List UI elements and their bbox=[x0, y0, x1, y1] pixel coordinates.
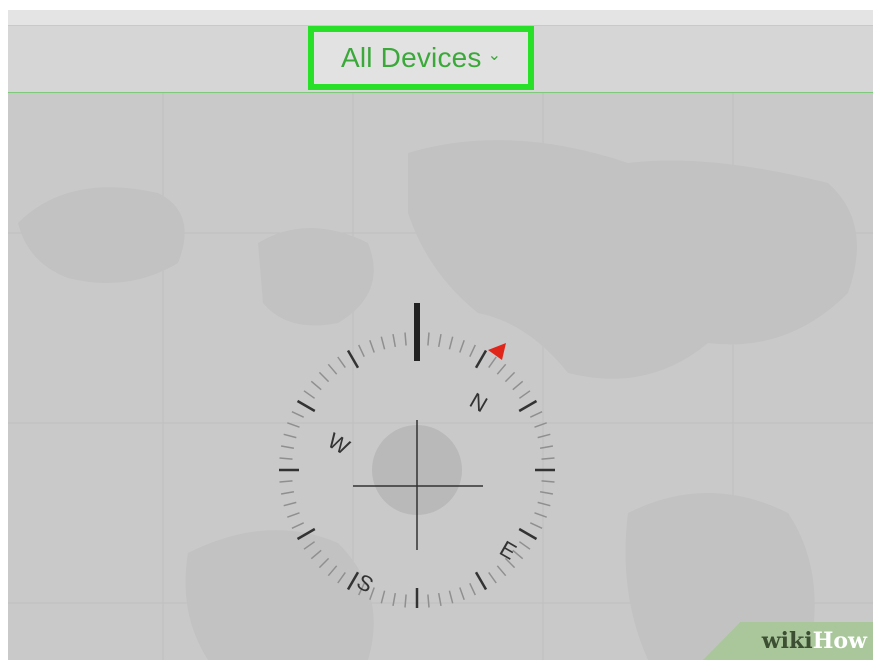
toolbar: All Devices ⌄ bbox=[8, 10, 873, 93]
map-landmasses bbox=[18, 140, 857, 660]
compass-minor-tick bbox=[518, 390, 531, 399]
chevron-down-icon: ⌄ bbox=[487, 47, 502, 64]
compass-minor-tick bbox=[512, 380, 524, 391]
compass-minor-tick bbox=[404, 332, 407, 346]
compass-minor-tick bbox=[469, 344, 476, 358]
compass-minor-tick bbox=[437, 333, 442, 348]
compass-minor-tick bbox=[280, 490, 295, 495]
toolbar-top-edge bbox=[8, 10, 873, 26]
compass-minor-tick bbox=[504, 371, 516, 383]
compass-minor-tick bbox=[488, 356, 497, 369]
compass-minor-tick bbox=[537, 433, 551, 439]
compass-minor-tick bbox=[459, 340, 465, 353]
compass-minor-tick bbox=[279, 457, 293, 460]
compass-label-e: E bbox=[496, 536, 521, 565]
heading-marker-icon bbox=[488, 343, 506, 360]
compass-minor-tick bbox=[283, 433, 297, 439]
compass-minor-tick bbox=[303, 390, 316, 399]
compass-minor-tick bbox=[380, 590, 386, 604]
compass-minor-tick bbox=[291, 411, 305, 418]
compass-minor-tick bbox=[318, 371, 330, 383]
map-canvas: N W E S bbox=[8, 93, 873, 660]
compass-minor-tick bbox=[287, 512, 300, 518]
compass-minor-tick bbox=[537, 501, 551, 507]
compass-minor-tick bbox=[369, 587, 375, 600]
compass-minor-tick bbox=[529, 522, 543, 529]
compass-minor-tick bbox=[534, 512, 547, 518]
map-view[interactable]: N W E S wiki How bbox=[8, 93, 873, 660]
compass-minor-tick bbox=[392, 592, 397, 607]
compass-minor-tick bbox=[427, 332, 430, 346]
compass-minor-tick bbox=[448, 336, 454, 350]
compass-minor-tick bbox=[496, 565, 507, 577]
compass-label-w: W bbox=[324, 428, 355, 460]
compass-minor-tick bbox=[518, 541, 531, 550]
compass-minor-tick bbox=[539, 445, 554, 450]
compass-minor-tick bbox=[496, 363, 507, 375]
app-window: All Devices ⌄ N W E S wiki How bbox=[8, 10, 873, 660]
compass-minor-tick bbox=[392, 333, 397, 348]
compass-minor-tick bbox=[291, 522, 305, 529]
compass-major-tick bbox=[474, 349, 488, 369]
compass-minor-tick bbox=[310, 380, 322, 391]
compass-minor-tick bbox=[358, 344, 365, 358]
compass-minor-tick bbox=[488, 571, 497, 584]
compass-minor-tick bbox=[369, 340, 375, 353]
all-devices-dropdown[interactable]: All Devices ⌄ bbox=[308, 26, 534, 90]
all-devices-label: All Devices bbox=[340, 42, 482, 73]
compass-minor-tick bbox=[280, 445, 295, 450]
watermark-how: How bbox=[812, 628, 867, 654]
compass-minor-tick bbox=[279, 480, 293, 483]
compass-major-tick bbox=[518, 399, 538, 413]
north-indicator bbox=[414, 303, 420, 361]
compass-minor-tick bbox=[283, 501, 297, 507]
compass-label-n: N bbox=[466, 388, 492, 418]
compass-minor-tick bbox=[539, 490, 554, 495]
compass-minor-tick bbox=[337, 356, 346, 369]
watermark-wiki: wiki bbox=[761, 628, 813, 654]
compass-minor-tick bbox=[380, 336, 386, 350]
compass-minor-tick bbox=[459, 587, 465, 600]
compass-minor-tick bbox=[529, 411, 543, 418]
compass-minor-tick bbox=[437, 592, 442, 607]
compass-minor-tick bbox=[448, 590, 454, 604]
compass-major-tick bbox=[474, 571, 488, 591]
compass-minor-tick bbox=[427, 594, 430, 608]
compass-major-tick bbox=[518, 527, 538, 541]
compass-major-tick bbox=[296, 399, 316, 413]
compass-minor-tick bbox=[404, 594, 407, 608]
compass-minor-tick bbox=[469, 582, 476, 596]
compass-minor-tick bbox=[327, 363, 338, 375]
